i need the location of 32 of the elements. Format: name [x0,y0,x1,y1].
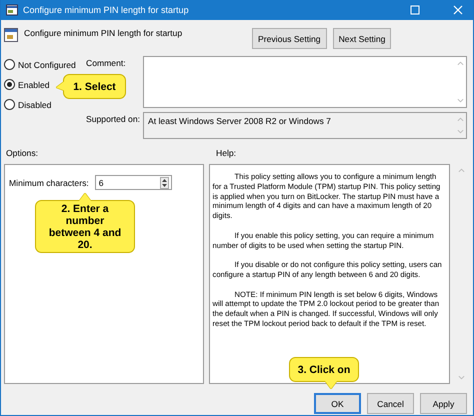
nav-button[interactable]: Previous Setting [252,28,327,49]
scroll-down-icon[interactable] [458,375,465,380]
supported-on-label: Supported on: [86,113,141,124]
field-label: Minimum characters: [9,178,89,188]
dialog-button[interactable]: OK [314,393,361,414]
radio-option[interactable]: Disabled [4,99,52,110]
policy-icon [6,4,18,16]
number-field[interactable]: 6 [94,175,172,190]
policy-icon [4,28,18,42]
spin-arrows-icon[interactable] [160,176,169,188]
callout: 3. Click on [289,357,359,389]
callout: 1. Select [56,74,126,99]
scroll-up-icon[interactable] [458,168,465,173]
scroll-down-icon[interactable] [456,98,464,103]
options-label: Options: [6,148,40,160]
nav-button[interactable]: Next Setting [332,28,392,49]
supported-on-field: At least Windows Server 2008 R2 or Windows 7 [143,112,467,139]
close-icon[interactable] [453,5,463,15]
radio-option[interactable]: Enabled [4,79,50,90]
dialog-button[interactable]: Apply [420,393,467,414]
dialog-button[interactable]: Cancel [367,393,414,414]
radio-option[interactable]: Not Configured [4,59,76,70]
maximize-icon[interactable] [410,5,420,15]
setting-title: Configure minimum PIN length for startup [24,28,184,38]
scroll-up-icon[interactable] [456,117,464,122]
callout: 2. Enter a number between 4 and 20. [35,193,135,253]
scroll-up-icon[interactable] [456,61,464,66]
comment-field[interactable] [143,56,467,108]
help-label: Help: [216,148,236,160]
scroll-down-icon[interactable] [456,129,464,134]
window-title: Configure minimum PIN length for startup [23,5,189,15]
comment-label: Comment: [86,57,127,68]
